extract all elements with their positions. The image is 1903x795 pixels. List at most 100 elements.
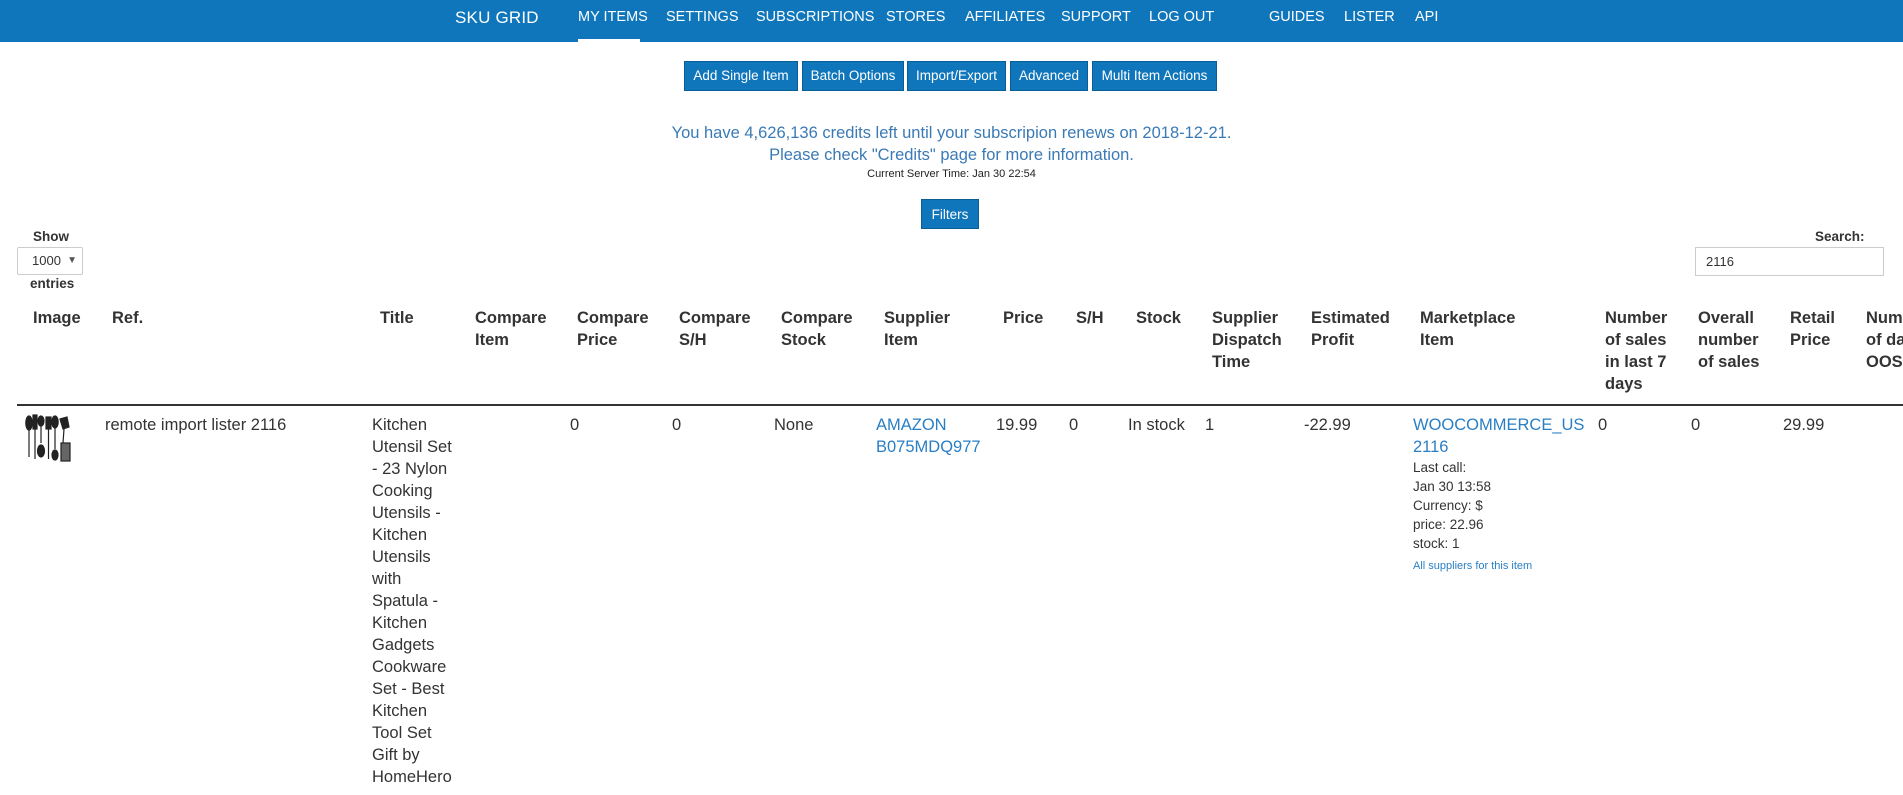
header-line: Marketplace xyxy=(1420,309,1516,327)
table-header-divider xyxy=(17,404,1903,406)
cell-dispatch-time: 1 xyxy=(1205,416,1215,434)
title-line: Utensils - xyxy=(372,504,441,522)
cell-overall-sales: 0 xyxy=(1691,416,1701,434)
col-header-price[interactable]: Price xyxy=(1003,307,1043,329)
supplier-item-link-line[interactable]: B075MDQ977 xyxy=(876,438,981,456)
header-line: Time xyxy=(1212,353,1251,371)
header-line: of sales xyxy=(1605,331,1667,349)
cell-supplier-item[interactable]: AMAZON B075MDQ977 xyxy=(876,414,981,458)
nav-support[interactable]: SUPPORT xyxy=(1061,9,1131,25)
header-line: Item xyxy=(475,331,509,349)
title-line: Kitchen xyxy=(372,416,428,434)
col-header-title[interactable]: Title xyxy=(380,307,414,329)
marketplace-item-link-line[interactable]: 2116 xyxy=(1413,438,1448,456)
header-line: days xyxy=(1605,375,1643,393)
cell-compare-price: 0 xyxy=(570,416,580,434)
col-header-overall-sales[interactable]: Overall number of sales xyxy=(1698,307,1759,373)
col-header-compare-item[interactable]: Compare Item xyxy=(475,307,547,351)
last-call-time: Jan 30 13:58 xyxy=(1413,479,1492,494)
cell-stock: In stock xyxy=(1128,416,1185,434)
col-header-sales-7-days[interactable]: Number of sales in last 7 days xyxy=(1605,307,1667,395)
header-line: OOS xyxy=(1866,353,1903,371)
show-label: Show xyxy=(33,229,69,244)
marketplace-item-link-line[interactable]: WOOCOMMERCE_US xyxy=(1413,416,1584,434)
nav-settings[interactable]: SETTINGS xyxy=(666,9,739,25)
import-export-button[interactable]: Import/Export xyxy=(907,61,1006,91)
currency-value: Currency: $ xyxy=(1413,498,1483,513)
batch-options-button[interactable]: Batch Options xyxy=(802,61,904,91)
cell-title: Kitchen Utensil Set - 23 Nylon Cooking U… xyxy=(372,414,452,788)
col-header-compare-price[interactable]: Compare Price xyxy=(577,307,649,351)
col-header-dispatch-time[interactable]: Supplier Dispatch Time xyxy=(1212,307,1282,373)
nav-subscriptions[interactable]: SUBSCRIPTIONS xyxy=(756,9,874,25)
header-line: Compare xyxy=(475,309,547,327)
header-line: Overall xyxy=(1698,309,1754,327)
nav-lister[interactable]: LISTER xyxy=(1344,9,1395,25)
entries-label: entries xyxy=(30,276,75,291)
col-header-image[interactable]: Image xyxy=(33,307,81,329)
credits-page-link[interactable]: "Credits" xyxy=(872,146,936,164)
supplier-item-link-line[interactable]: AMAZON xyxy=(876,416,947,434)
cell-sh: 0 xyxy=(1069,416,1079,434)
cell-price: 19.99 xyxy=(996,416,1038,434)
header-line: in last 7 xyxy=(1605,353,1667,371)
col-header-marketplace-item[interactable]: Marketplace Item xyxy=(1420,307,1515,351)
brand-logo[interactable]: SKU GRID xyxy=(455,8,539,28)
marketplace-price: price: 22.96 xyxy=(1413,517,1484,532)
nav-log-out[interactable]: LOG OUT xyxy=(1149,9,1214,25)
top-navbar: SKU GRID MY ITEMS SETTINGS SUBSCRIPTIONS… xyxy=(0,0,1903,42)
credits-message: You have 4,626,136 credits left until yo… xyxy=(671,124,1232,142)
check-prefix: Please check xyxy=(769,146,872,164)
header-line: of days xyxy=(1866,331,1903,349)
check-suffix: page for more information. xyxy=(935,146,1134,164)
title-line: Cooking xyxy=(372,482,433,500)
add-single-item-button[interactable]: Add Single Item xyxy=(684,61,798,91)
entries-per-page-select[interactable]: 1000 ▼ xyxy=(17,247,83,275)
advanced-button[interactable]: Advanced xyxy=(1010,61,1088,91)
header-line: Price xyxy=(1790,331,1831,349)
col-header-sh[interactable]: S/H xyxy=(1076,307,1104,329)
title-line: - 23 Nylon xyxy=(372,460,448,478)
col-header-ref[interactable]: Ref. xyxy=(112,307,143,329)
nav-stores[interactable]: STORES xyxy=(886,9,945,25)
all-suppliers-link[interactable]: All suppliers for this item xyxy=(1413,560,1532,572)
col-header-retail-price[interactable]: Retail Price xyxy=(1790,307,1835,351)
nav-api[interactable]: API xyxy=(1415,9,1438,25)
col-header-compare-sh[interactable]: Compare S/H xyxy=(679,307,751,351)
chevron-down-icon: ▼ xyxy=(67,255,77,266)
search-input[interactable] xyxy=(1695,247,1884,276)
title-line: Gift by xyxy=(372,746,420,764)
header-line: Dispatch xyxy=(1212,331,1282,349)
nav-affiliates[interactable]: AFFILIATES xyxy=(965,9,1045,25)
col-header-stock[interactable]: Stock xyxy=(1136,307,1181,329)
last-call-label: Last call: xyxy=(1413,460,1467,475)
title-line: Kitchen xyxy=(372,702,428,720)
header-line: Compare xyxy=(679,309,751,327)
header-line: S/H xyxy=(679,331,707,349)
header-line: Supplier xyxy=(1212,309,1279,327)
credits-check-message: Please check "Credits" page for more inf… xyxy=(0,146,1903,165)
product-thumbnail[interactable] xyxy=(25,413,73,463)
header-line: Retail xyxy=(1790,309,1835,327)
filters-button[interactable]: Filters xyxy=(921,199,979,229)
col-header-estimated-profit[interactable]: Estimated Profit xyxy=(1311,307,1390,351)
col-header-days-oos[interactable]: Number of days OOS xyxy=(1866,307,1903,373)
header-line: Number xyxy=(1605,309,1668,327)
col-header-compare-stock[interactable]: Compare Stock xyxy=(781,307,853,351)
header-line: Compare xyxy=(577,309,649,327)
col-header-supplier-item[interactable]: Supplier Item xyxy=(884,307,950,351)
header-line: Price xyxy=(577,331,618,349)
multi-item-actions-button[interactable]: Multi Item Actions xyxy=(1092,61,1217,91)
header-line: Item xyxy=(1420,331,1454,349)
search-label: Search: xyxy=(1815,229,1865,244)
cell-sales-7-days: 0 xyxy=(1598,416,1608,434)
cell-compare-sh: 0 xyxy=(672,416,682,434)
header-line: Item xyxy=(884,331,918,349)
nav-guides[interactable]: GUIDES xyxy=(1269,9,1325,25)
header-line: of sales xyxy=(1698,353,1760,371)
nav-my-items[interactable]: MY ITEMS xyxy=(578,9,648,25)
header-line: Profit xyxy=(1311,331,1355,349)
title-line: Spatula - xyxy=(372,592,439,610)
cell-ref: remote import lister 2116 xyxy=(105,416,287,434)
cell-marketplace-item: WOOCOMMERCE_US 2116 Last call: Jan 30 13… xyxy=(1413,414,1584,577)
